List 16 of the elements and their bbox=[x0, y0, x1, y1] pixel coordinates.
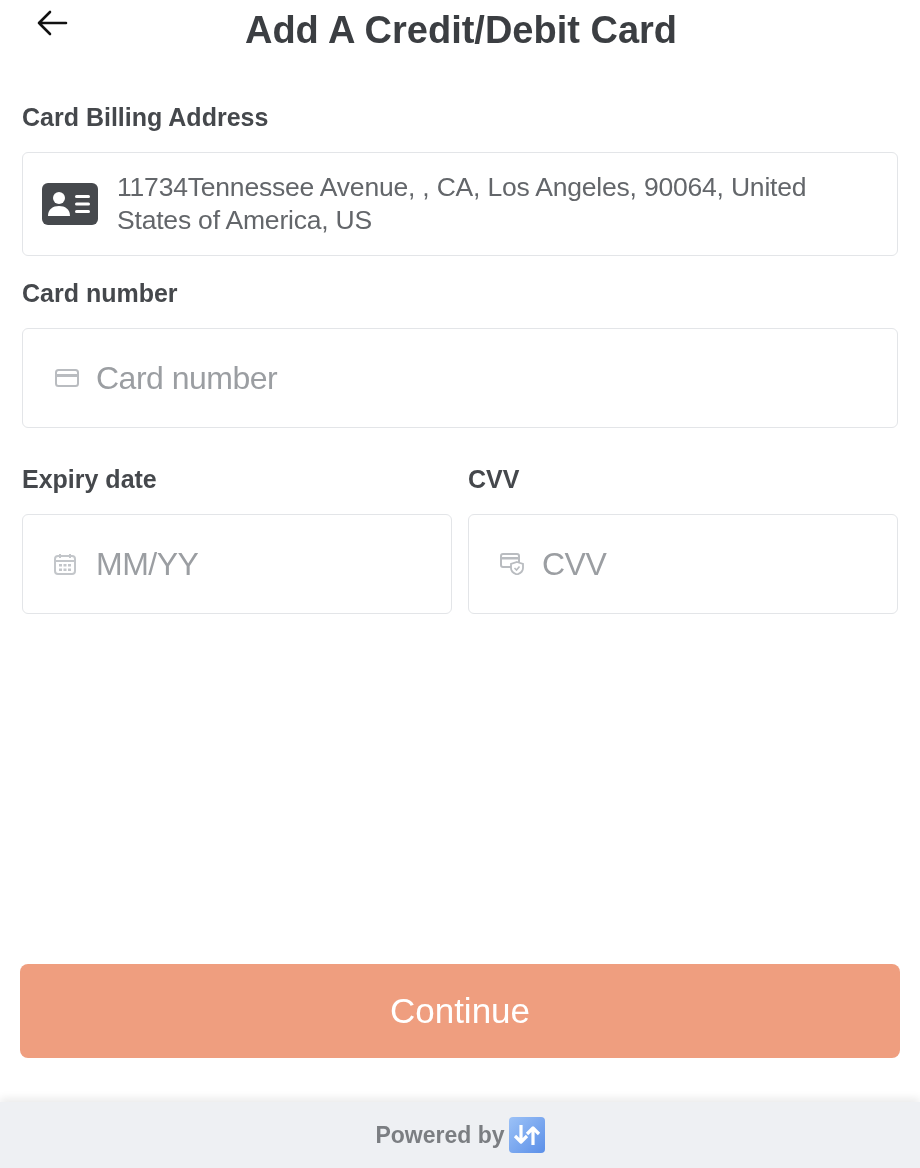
cvv-field[interactable]: CVV bbox=[468, 514, 898, 614]
calendar-icon bbox=[54, 553, 76, 575]
powered-by-text: Powered by bbox=[375, 1121, 505, 1149]
card-shield-icon bbox=[500, 553, 524, 575]
arrows-logo-icon bbox=[508, 1117, 545, 1153]
field-label: Card number bbox=[22, 280, 179, 306]
card-number-field[interactable]: Card number bbox=[22, 328, 898, 428]
field-label: Expiry date bbox=[22, 466, 158, 492]
expiry-date-field[interactable]: MM/YY bbox=[22, 514, 452, 614]
field-label: CVV bbox=[468, 466, 521, 492]
address-field[interactable]: 11734Tennessee Avenue, , CA, Los Angeles, 90064, United States of America, US bbox=[22, 152, 898, 256]
back-arrow-icon bbox=[36, 10, 68, 36]
field-label: Card Billing Address bbox=[22, 104, 270, 130]
credit-card-icon bbox=[55, 369, 79, 387]
page-title: Add A Credit/Debit Card bbox=[244, 9, 678, 51]
id-card-icon bbox=[42, 183, 98, 225]
